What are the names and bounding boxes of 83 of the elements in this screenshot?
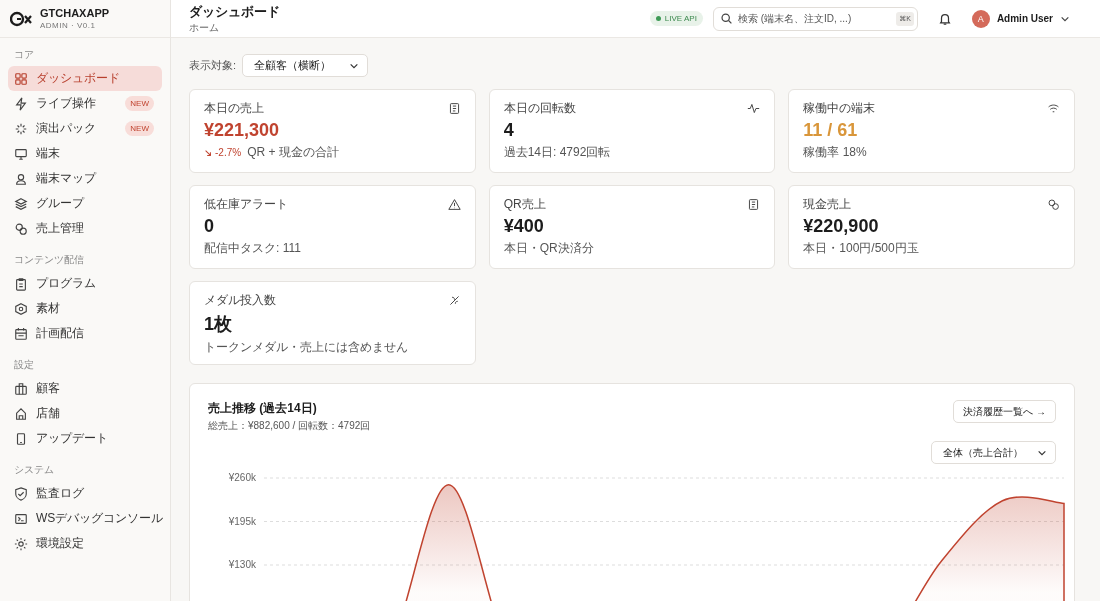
monitor-icon [14,146,28,161]
sidebar-item[interactable]: グループ [8,191,162,216]
sidebar-item[interactable]: 店舗 [8,401,162,426]
card-label: メダル投入数 [204,292,276,309]
bell-icon[interactable] [937,11,952,26]
sidebar-item[interactable]: 端末マップ [8,166,162,191]
coins-icon [1047,198,1060,211]
card-label: 低在庫アラート [204,196,288,213]
card-note: QR + 現金の合計 [247,144,339,161]
sidebar-item[interactable]: プログラム [8,271,162,296]
page-title: ダッシュボード [189,2,281,21]
sidebar-item[interactable]: 端末 [8,141,162,166]
card-label: 本日の回転数 [503,100,576,117]
document-icon [747,198,761,211]
sidebar-item[interactable]: 環境設定 [8,531,162,556]
card-note: 稼働率 18% [803,144,867,161]
sidebar-item[interactable]: WSデバッグコンソール [8,506,162,531]
clipboard-icon [14,276,28,291]
new-badge: NEW [125,121,154,136]
card-label: 本日の売上 [204,100,264,117]
card-note: 過去14日: 4792回転 [503,144,611,161]
filter-label: 表示対象: [189,58,237,73]
sidebar-item[interactable]: 監査ログ [8,481,162,506]
card-note: 本日・100円/500円玉 [803,240,919,257]
series-select[interactable]: 全体（売上合計） [931,441,1056,464]
card-note: 配信中タスク: 111 [204,240,301,257]
axis-tick-label: ¥195k [228,515,256,527]
breadcrumb[interactable]: ホーム [189,20,640,35]
phone-icon [14,431,28,446]
axis-tick-label: ¥130k [228,559,256,570]
sparkle-icon [14,121,28,136]
card-label: QR売上 [503,196,546,213]
sidebar-item[interactable]: 演出パック NEW [8,116,162,141]
terminal-icon [14,511,28,526]
document-icon [447,102,461,115]
layers-icon [14,196,28,211]
wifi-icon [1047,102,1060,115]
user-name[interactable]: Admin User [996,13,1053,24]
status-badge: LIVE API [649,11,703,26]
sidebar-item[interactable]: ライブ操作 NEW [8,91,162,116]
chart-title: 売上推移 (過去14日) [208,400,318,417]
sidebar-item[interactable]: 顧客 [8,376,162,401]
sidebar-item[interactable]: アップデート [8,426,162,451]
shield-icon [14,486,28,501]
trend-down-icon [204,148,212,157]
trend-value: -2.7% [215,147,242,158]
section-label: コンテンツ配信 [13,253,85,267]
gear-icon [14,536,28,551]
calendar-icon [14,326,28,341]
section-label: システム [13,463,55,477]
card-label: 稼働中の端末 [803,100,876,117]
lightning-icon [14,96,28,111]
chart-summary: 総売上：¥882,600 / 回転数：4792回 [208,419,371,433]
payment-history-button[interactable]: 決済履歴一覧へ → [953,400,1056,423]
card-value: ¥400 [503,216,545,237]
app-version: ADMIN · V0.1 [40,21,97,30]
warning-icon [447,198,461,211]
card-value: 1枚 [204,313,233,336]
card-value: 4 [503,120,515,141]
sidebar-item[interactable]: 素材 [8,296,162,321]
card-value: ¥220,900 [803,216,880,237]
sidebar-item[interactable]: ダッシュボード [8,66,162,91]
person-icon [14,171,28,186]
section-label: 設定 [13,358,35,372]
sidebar-item[interactable]: 計画配信 [8,321,162,346]
app-name: GTCHAXAPP [40,7,110,19]
card-value: ¥221,300 [204,120,281,141]
card-note: 本日・QR決済分 [503,240,594,257]
new-badge: NEW [125,96,154,111]
coins-icon [14,221,28,236]
card-value: 11 / 61 [803,120,859,141]
pulse-icon [747,102,761,115]
search-icon [719,11,733,25]
customer-select[interactable]: 全顧客（横断） [242,54,369,77]
card-note: トークンメダル・売上には含めません [204,339,408,356]
axis-tick-label: ¥260k [228,472,256,483]
grid-icon [14,71,28,86]
card-value: 0 [204,216,215,237]
logo-icon [10,10,34,27]
briefcase-icon [14,381,28,396]
card-label: 現金売上 [803,196,852,213]
sidebar-item[interactable]: 売上管理 [8,216,162,241]
section-label: コア [13,48,35,62]
